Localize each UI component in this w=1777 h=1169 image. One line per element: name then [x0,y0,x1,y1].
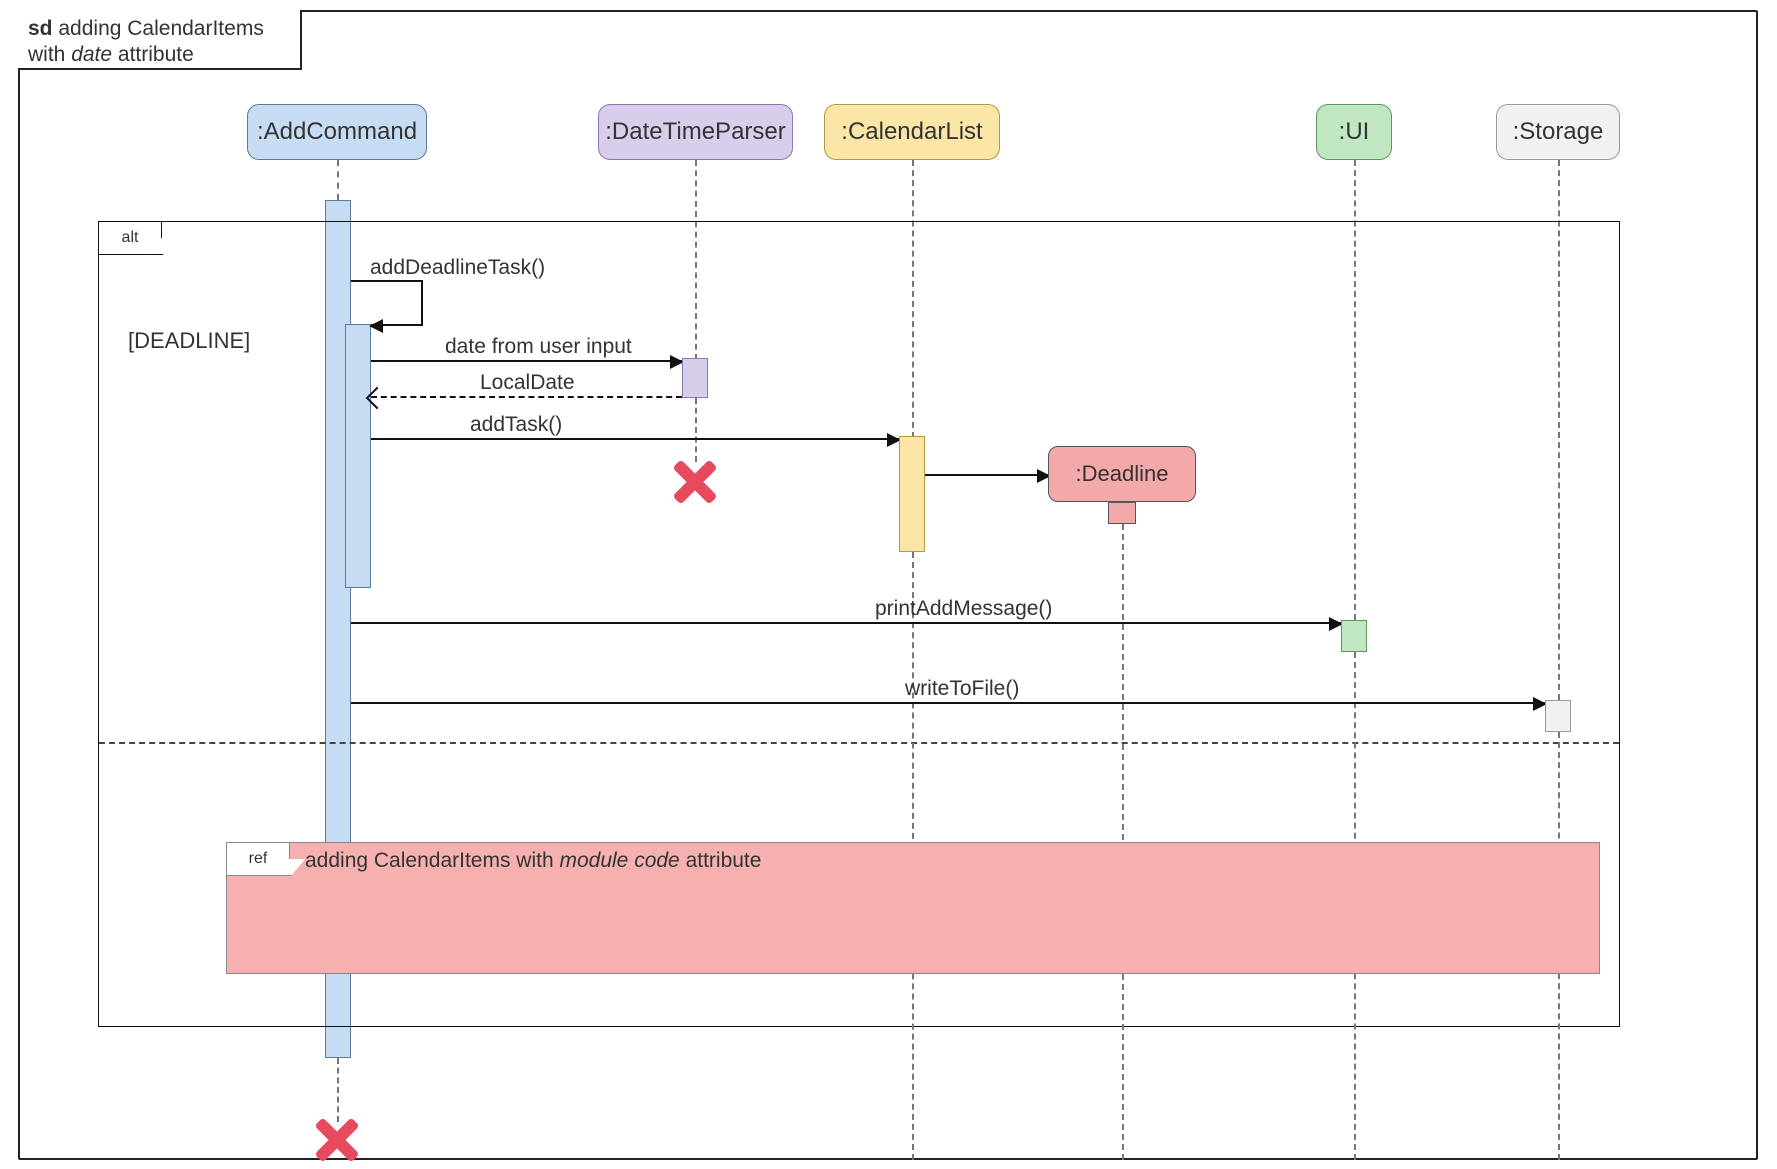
ref-frame-label: ref [227,843,290,876]
msg-addtask [371,438,899,440]
lifeline-head-datetimeparser: :DateTimeParser [598,104,793,160]
msg-label-return-localdate: LocalDate [480,371,575,395]
destroy-icon-datetimeparser [673,460,717,504]
created-stem-deadline [1108,502,1136,524]
msg-writefile [351,702,1545,704]
selfcall-top [351,280,421,282]
msg-printadd [351,622,1341,624]
msg-label-to-parser: date from user input [445,335,632,359]
sd-title-line1: adding CalendarItems [58,17,263,40]
sd-frame-title-tab: sd adding CalendarItems with date attrib… [18,10,302,70]
activation-datetimeparser [682,358,708,398]
alt-frame-label: alt [99,222,162,255]
msg-to-parser [371,360,682,362]
msg-label-selfcall: addDeadlineTask() [370,256,545,280]
lifeline-head-addcommand: :AddCommand [247,104,427,160]
alt-divider [99,742,1619,744]
sd-title-line2-italic: date [71,43,112,66]
lifeline-head-calendarlist: :CalendarList [824,104,1000,160]
activation-ui [1341,620,1367,652]
lifeline-datetimeparser-tail [695,398,697,462]
ref-frame: ref adding CalendarItems with module cod… [226,842,1600,974]
sd-title-line2-suffix: attribute [112,43,194,66]
lifeline-head-storage: :Storage [1496,104,1620,160]
msg-label-printadd: printAddMessage() [875,597,1052,621]
msg-create-deadline [925,474,1049,476]
lifeline-addcommand [337,160,339,200]
msg-return-localdate [371,396,682,398]
sd-prefix: sd [28,17,53,40]
msg-label-addtask: addTask() [470,413,562,437]
alt-guard: [DEADLINE] [128,328,250,354]
lifeline-head-ui: :UI [1316,104,1392,160]
lifeline-addcommand-tail [337,1058,339,1122]
destroy-icon-addcommand [315,1118,359,1162]
activation-calendarlist [899,436,925,552]
selfcall-side [421,280,423,324]
ref-text: adding CalendarItems with module code at… [305,849,761,873]
selfcall-bottom [371,324,423,326]
sequence-diagram: sd adding CalendarItems with date attrib… [0,0,1777,1169]
sd-title-line2-prefix: with [28,43,71,66]
activation-storage [1545,700,1571,732]
msg-label-writefile: writeToFile() [905,677,1019,701]
created-head-deadline: :Deadline [1048,446,1196,502]
